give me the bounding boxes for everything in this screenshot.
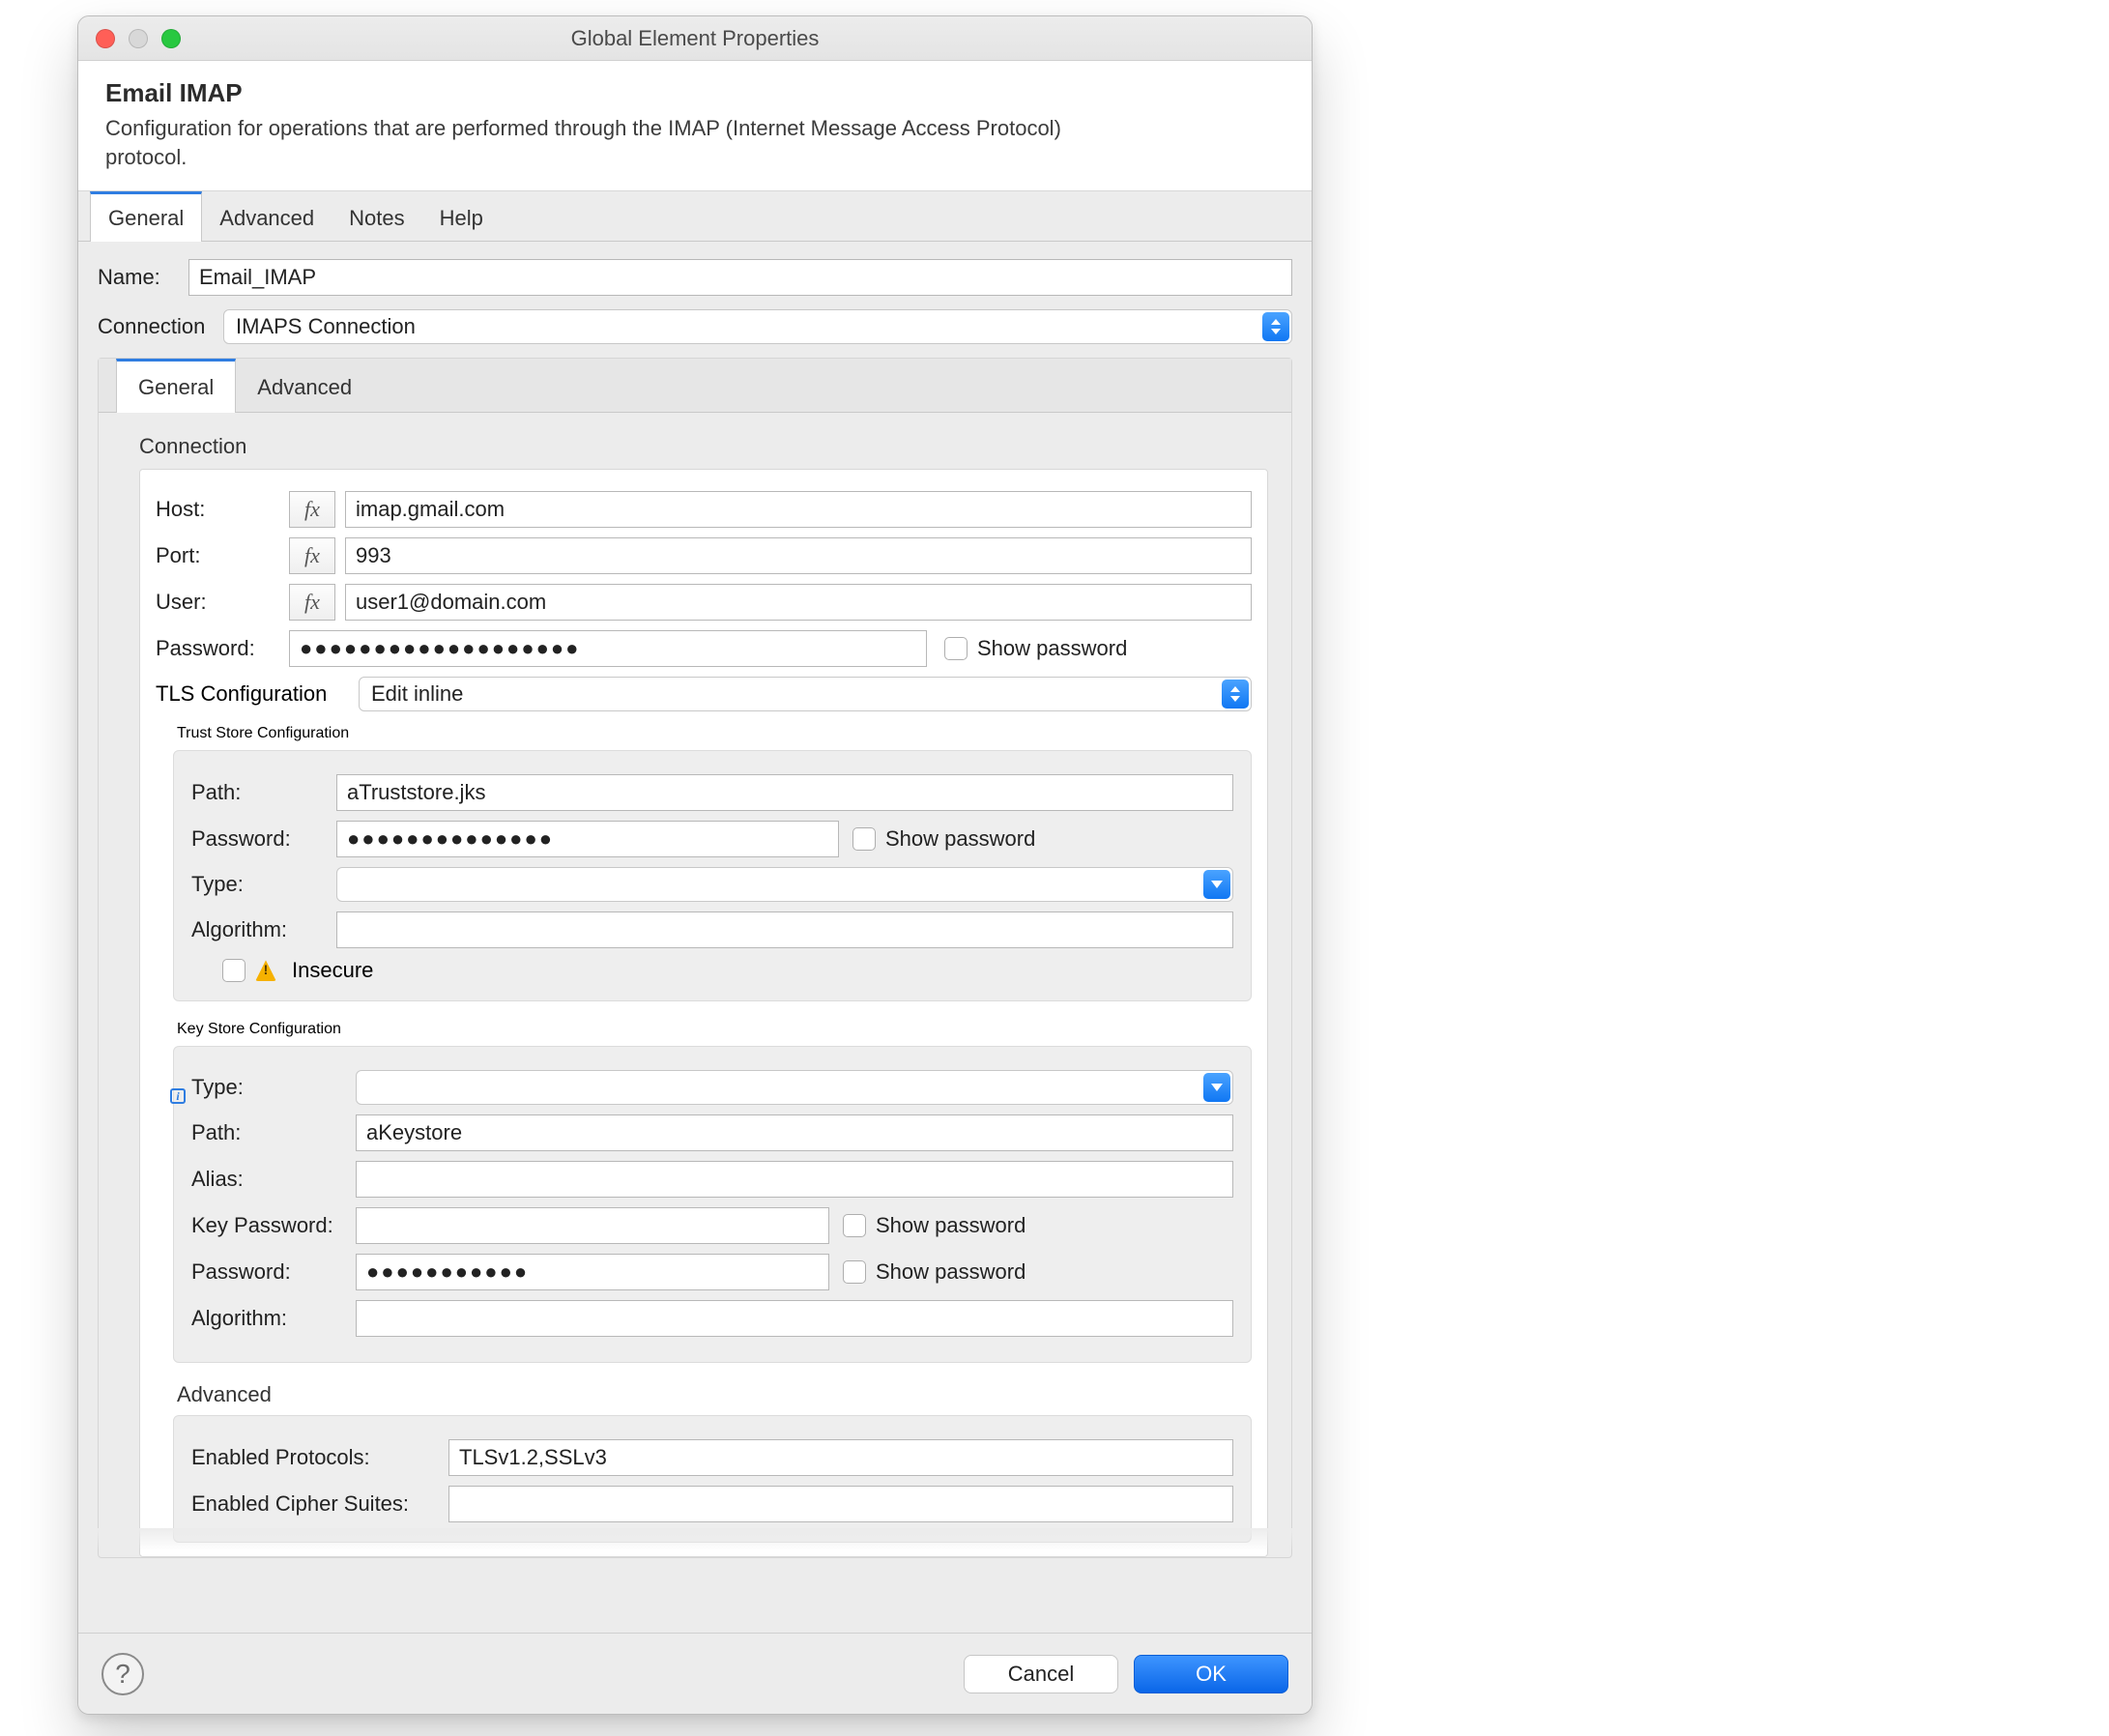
ts-password-label: Password: <box>191 826 336 852</box>
password-label: Password: <box>156 636 289 661</box>
ks-alias-label: Alias: <box>191 1167 356 1192</box>
minimize-icon <box>129 29 148 48</box>
close-icon[interactable] <box>96 29 115 48</box>
key-store-title: Key Store Configuration <box>177 1021 1252 1038</box>
tab-general[interactable]: General <box>90 191 202 242</box>
ks-type-select[interactable] <box>356 1070 1233 1105</box>
advanced-group: Enabled Protocols: Enabled Cipher Suites… <box>173 1415 1252 1543</box>
cancel-button[interactable]: Cancel <box>964 1655 1118 1693</box>
host-label: Host: <box>156 497 289 522</box>
help-button[interactable]: ? <box>101 1653 144 1695</box>
show-password-checkbox[interactable] <box>944 637 968 660</box>
fx-button-host[interactable]: fx <box>289 491 335 528</box>
trust-store-title: Trust Store Configuration <box>177 725 1252 742</box>
connection-select[interactable]: IMAPS Connection <box>223 309 1292 344</box>
protocols-input[interactable] <box>448 1439 1233 1476</box>
tab-help[interactable]: Help <box>422 191 501 241</box>
ciphers-input[interactable] <box>448 1486 1233 1522</box>
ks-path-input[interactable] <box>356 1114 1233 1151</box>
ks-show-password2-label: Show password <box>876 1259 1026 1285</box>
ts-algorithm-label: Algorithm: <box>191 917 336 942</box>
user-input[interactable] <box>345 584 1252 621</box>
port-label: Port: <box>156 543 289 568</box>
tls-select-value: Edit inline <box>371 681 463 707</box>
ks-password-label: Password: <box>191 1259 356 1285</box>
port-input[interactable] <box>345 537 1252 574</box>
ok-button[interactable]: OK <box>1134 1655 1288 1693</box>
titlebar: Global Element Properties <box>78 16 1312 61</box>
connection-section-title: Connection <box>139 434 1268 459</box>
password-input[interactable] <box>289 630 927 667</box>
protocols-label: Enabled Protocols: <box>191 1445 448 1470</box>
fx-button-user[interactable]: fx <box>289 584 335 621</box>
insecure-label: Insecure <box>292 958 373 983</box>
ts-type-select[interactable] <box>336 867 1233 902</box>
stepper-icon <box>1222 680 1249 709</box>
chevron-down-icon <box>1203 1073 1230 1102</box>
insecure-checkbox[interactable] <box>222 959 246 982</box>
show-password-label: Show password <box>977 636 1127 661</box>
advanced-group-title: Advanced <box>177 1382 1252 1407</box>
footer: ? Cancel OK <box>78 1633 1312 1714</box>
fx-button-port[interactable]: fx <box>289 537 335 574</box>
ts-algorithm-input[interactable] <box>336 911 1233 948</box>
sub-tab-advanced[interactable]: Advanced <box>236 359 373 412</box>
host-input[interactable] <box>345 491 1252 528</box>
ks-path-label: Path: <box>191 1120 356 1145</box>
window-title: Global Element Properties <box>78 26 1312 51</box>
key-store-group: Type: Path: Alias: <box>173 1046 1252 1363</box>
chevron-down-icon <box>1203 870 1230 899</box>
main-tabs: General Advanced Notes Help <box>78 191 1312 242</box>
tls-select[interactable]: Edit inline <box>359 677 1252 711</box>
connection-label: Connection <box>98 314 223 339</box>
ts-type-label: Type: <box>191 872 336 897</box>
ciphers-label: Enabled Cipher Suites: <box>191 1491 448 1517</box>
ks-algorithm-label: Algorithm: <box>191 1306 356 1331</box>
ks-type-label: Type: <box>191 1075 356 1100</box>
sub-body: Connection Host: fx Port: fx User: fx <box>99 413 1291 1557</box>
page-subtitle: Configuration for operations that are pe… <box>105 114 1091 171</box>
name-label: Name: <box>98 265 188 290</box>
warning-icon <box>255 960 276 981</box>
ts-password-input[interactable] <box>336 821 839 857</box>
tab-notes[interactable]: Notes <box>332 191 421 241</box>
tab-advanced[interactable]: Advanced <box>202 191 332 241</box>
inner-panel: General Advanced Connection Host: fx Por… <box>98 358 1292 1558</box>
ks-show-password1-checkbox[interactable] <box>843 1214 866 1237</box>
user-label: User: <box>156 590 289 615</box>
name-input[interactable] <box>188 259 1292 296</box>
dialog-window: Global Element Properties Email IMAP Con… <box>77 15 1313 1715</box>
ks-algorithm-input[interactable] <box>356 1300 1233 1337</box>
ts-path-input[interactable] <box>336 774 1233 811</box>
tls-label: TLS Configuration <box>156 681 359 707</box>
page-title: Email IMAP <box>105 78 1285 108</box>
ts-show-password-checkbox[interactable] <box>852 827 876 851</box>
ts-path-label: Path: <box>191 780 336 805</box>
stepper-icon <box>1262 312 1289 341</box>
ks-password-input[interactable] <box>356 1254 829 1290</box>
ks-keypassword-input[interactable] <box>356 1207 829 1244</box>
window-controls <box>96 29 181 48</box>
sub-tab-general[interactable]: General <box>116 359 236 413</box>
trust-store-group: Path: Password: Show password <box>173 750 1252 1001</box>
ts-show-password-label: Show password <box>885 826 1035 852</box>
header: Email IMAP Configuration for operations … <box>78 61 1312 191</box>
body: Name: Connection IMAPS Connection Genera… <box>78 242 1312 1633</box>
info-icon <box>170 1088 186 1104</box>
ks-show-password2-checkbox[interactable] <box>843 1260 866 1284</box>
ks-show-password1-label: Show password <box>876 1213 1026 1238</box>
ks-keypassword-label: Key Password: <box>191 1213 356 1238</box>
connection-group: Host: fx Port: fx User: fx <box>139 469 1268 1557</box>
ks-alias-input[interactable] <box>356 1161 1233 1198</box>
zoom-icon[interactable] <box>161 29 181 48</box>
connection-select-value: IMAPS Connection <box>236 314 416 339</box>
sub-tabs: General Advanced <box>99 359 1291 413</box>
